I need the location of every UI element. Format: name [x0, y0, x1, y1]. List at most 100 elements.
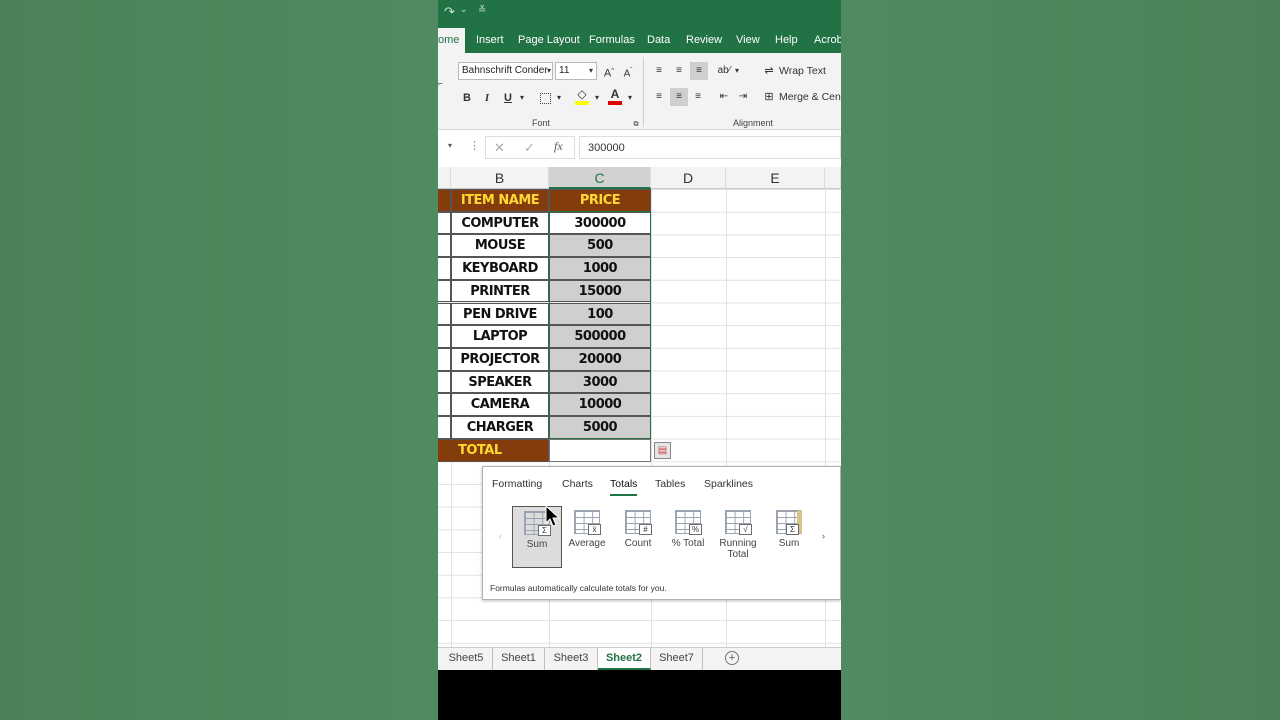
sheet-tab-sheet2[interactable]: Sheet2 [598, 648, 651, 670]
sheet-tab-sheet1[interactable]: Sheet1 [493, 648, 545, 670]
top-align-icon[interactable]: ≡ [651, 62, 667, 80]
cell-item-name[interactable]: CAMERA [451, 393, 549, 416]
column-header-f[interactable] [825, 167, 841, 189]
cell-item-name-header[interactable]: ITEM NAME [451, 189, 549, 212]
merge-icon[interactable]: ⊞ [762, 88, 776, 106]
cell-price[interactable]: 20000 [549, 347, 651, 371]
cell-item-name[interactable]: MOUSE [451, 234, 549, 258]
cell-a[interactable] [438, 211, 451, 235]
column-header-c[interactable]: C [549, 167, 651, 189]
font-size-dropdown-icon[interactable]: ▾ [586, 62, 596, 80]
cell-a[interactable] [438, 257, 451, 280]
qa-tab-charts[interactable]: Charts [562, 478, 593, 490]
wrap-text-icon[interactable]: ⇌ [762, 62, 776, 80]
cell-a[interactable] [438, 325, 451, 348]
increase-indent-icon[interactable]: ⇥ [735, 88, 751, 106]
cancel-icon[interactable]: ✕ [494, 140, 505, 156]
cell-price[interactable]: 300000 [549, 211, 651, 235]
qa-tab-tables[interactable]: Tables [655, 478, 685, 490]
cell-item-name[interactable]: PEN DRIVE [451, 302, 549, 326]
cell-a[interactable] [438, 279, 451, 303]
wrap-text-button[interactable]: Wrap Text [779, 62, 839, 80]
cell-price[interactable]: 15000 [549, 279, 651, 303]
tab-insert[interactable]: Insert [476, 28, 504, 53]
cell-a[interactable] [438, 370, 451, 394]
tab-data[interactable]: Data [647, 28, 670, 53]
font-color-icon[interactable]: A [607, 87, 623, 105]
cell-total-label[interactable]: TOTAL [438, 439, 549, 462]
font-name-dropdown-icon[interactable]: ▾ [544, 62, 554, 80]
tab-view[interactable]: View [736, 28, 760, 53]
cell-price[interactable]: 5000 [549, 416, 651, 439]
font-name-select[interactable]: Bahnschrift Conder [458, 62, 553, 80]
redo-dropdown-icon[interactable]: ⌄ [460, 5, 468, 15]
cell-total-value[interactable] [549, 439, 651, 462]
tab-review[interactable]: Review [686, 28, 722, 53]
cell-item-name[interactable]: CHARGER [451, 416, 549, 439]
orientation-icon[interactable]: ab⁄ [716, 62, 732, 80]
borders-dropdown-icon[interactable]: ▾ [554, 89, 564, 107]
cell-item-name[interactable]: COMPUTER [451, 211, 549, 235]
qa-item-sum-column[interactable]: Σ Sum [764, 506, 814, 568]
tab-help[interactable]: Help [775, 28, 798, 53]
tab-acrobat[interactable]: Acrob [814, 28, 841, 53]
bold-button[interactable]: B [460, 89, 474, 107]
cell-price[interactable]: 1000 [549, 257, 651, 280]
qa-tab-sparklines[interactable]: Sparklines [704, 478, 753, 490]
cell-item-name[interactable]: PROJECTOR [451, 347, 549, 371]
customize-icon[interactable]: ≚ [478, 5, 486, 16]
cell-item-name[interactable]: SPEAKER [451, 370, 549, 394]
name-box-dropdown-icon[interactable]: ▾ [448, 141, 452, 150]
orientation-dropdown-icon[interactable]: ▾ [732, 62, 742, 80]
align-left-icon[interactable]: ≡ [651, 88, 667, 106]
redo-icon[interactable]: ↷ [444, 5, 455, 20]
add-sheet-icon[interactable]: + [725, 651, 739, 665]
formula-input[interactable]: 300000 [579, 136, 841, 159]
sheet-tab-sheet3[interactable]: Sheet3 [545, 648, 598, 670]
cell-item-name[interactable]: LAPTOP [451, 325, 549, 348]
cell-a[interactable] [438, 416, 451, 439]
enter-icon[interactable]: ✓ [524, 140, 535, 156]
grow-font-button[interactable]: A^ [602, 62, 616, 80]
decrease-indent-icon[interactable]: ⇤ [716, 88, 732, 106]
tab-formulas[interactable]: Formulas [589, 28, 635, 53]
cell-price[interactable]: 500 [549, 234, 651, 258]
cell-price[interactable]: 500000 [549, 325, 651, 348]
column-header-e[interactable]: E [726, 167, 825, 189]
column-header-a[interactable] [438, 167, 451, 189]
shrink-font-button[interactable]: Aˇ [621, 62, 635, 80]
cell-price[interactable]: 3000 [549, 370, 651, 394]
bottom-align-icon[interactable]: ≡ [690, 62, 708, 80]
cell-item-name[interactable]: KEYBOARD [451, 257, 549, 280]
tab-page-layout[interactable]: Page Layout [518, 28, 580, 53]
column-header-b[interactable]: B [451, 167, 549, 189]
sheet-tab-sheet5[interactable]: Sheet5 [440, 648, 493, 670]
italic-button[interactable]: I [480, 89, 494, 107]
qa-tab-formatting[interactable]: Formatting [492, 478, 542, 490]
cell-a[interactable] [438, 302, 451, 326]
column-header-d[interactable]: D [651, 167, 726, 189]
tab-home[interactable]: ome [438, 28, 466, 53]
qa-item-percent-total[interactable]: % % Total [663, 506, 713, 568]
quick-analysis-icon[interactable]: ▤ [654, 442, 671, 459]
cell-a-header[interactable] [438, 189, 451, 212]
cell-a[interactable] [438, 393, 451, 416]
qa-item-average[interactable]: x̄ Average [562, 506, 612, 568]
fill-color-icon[interactable]: ◇ [574, 87, 590, 105]
cell-price[interactable]: 10000 [549, 393, 651, 416]
cell-price[interactable]: 100 [549, 302, 651, 326]
align-right-icon[interactable]: ≡ [690, 88, 706, 106]
insert-function-icon[interactable]: fx [554, 139, 563, 154]
qa-scroll-right-icon[interactable]: › [822, 531, 825, 541]
sheet-tab-sheet7[interactable]: Sheet7 [651, 648, 703, 670]
font-dialog-launcher-icon[interactable]: ⧉ [632, 116, 640, 134]
cell-price-header[interactable]: PRICE [549, 189, 651, 212]
fill-color-dropdown-icon[interactable]: ▾ [592, 89, 602, 107]
font-color-dropdown-icon[interactable]: ▾ [625, 89, 635, 107]
qa-item-count[interactable]: # Count [613, 506, 663, 568]
cell-item-name[interactable]: PRINTER [451, 279, 549, 303]
merge-center-button[interactable]: Merge & Cent [779, 88, 841, 106]
borders-icon[interactable] [537, 89, 553, 107]
underline-button[interactable]: U [501, 89, 515, 107]
qa-tab-totals[interactable]: Totals [610, 478, 638, 496]
